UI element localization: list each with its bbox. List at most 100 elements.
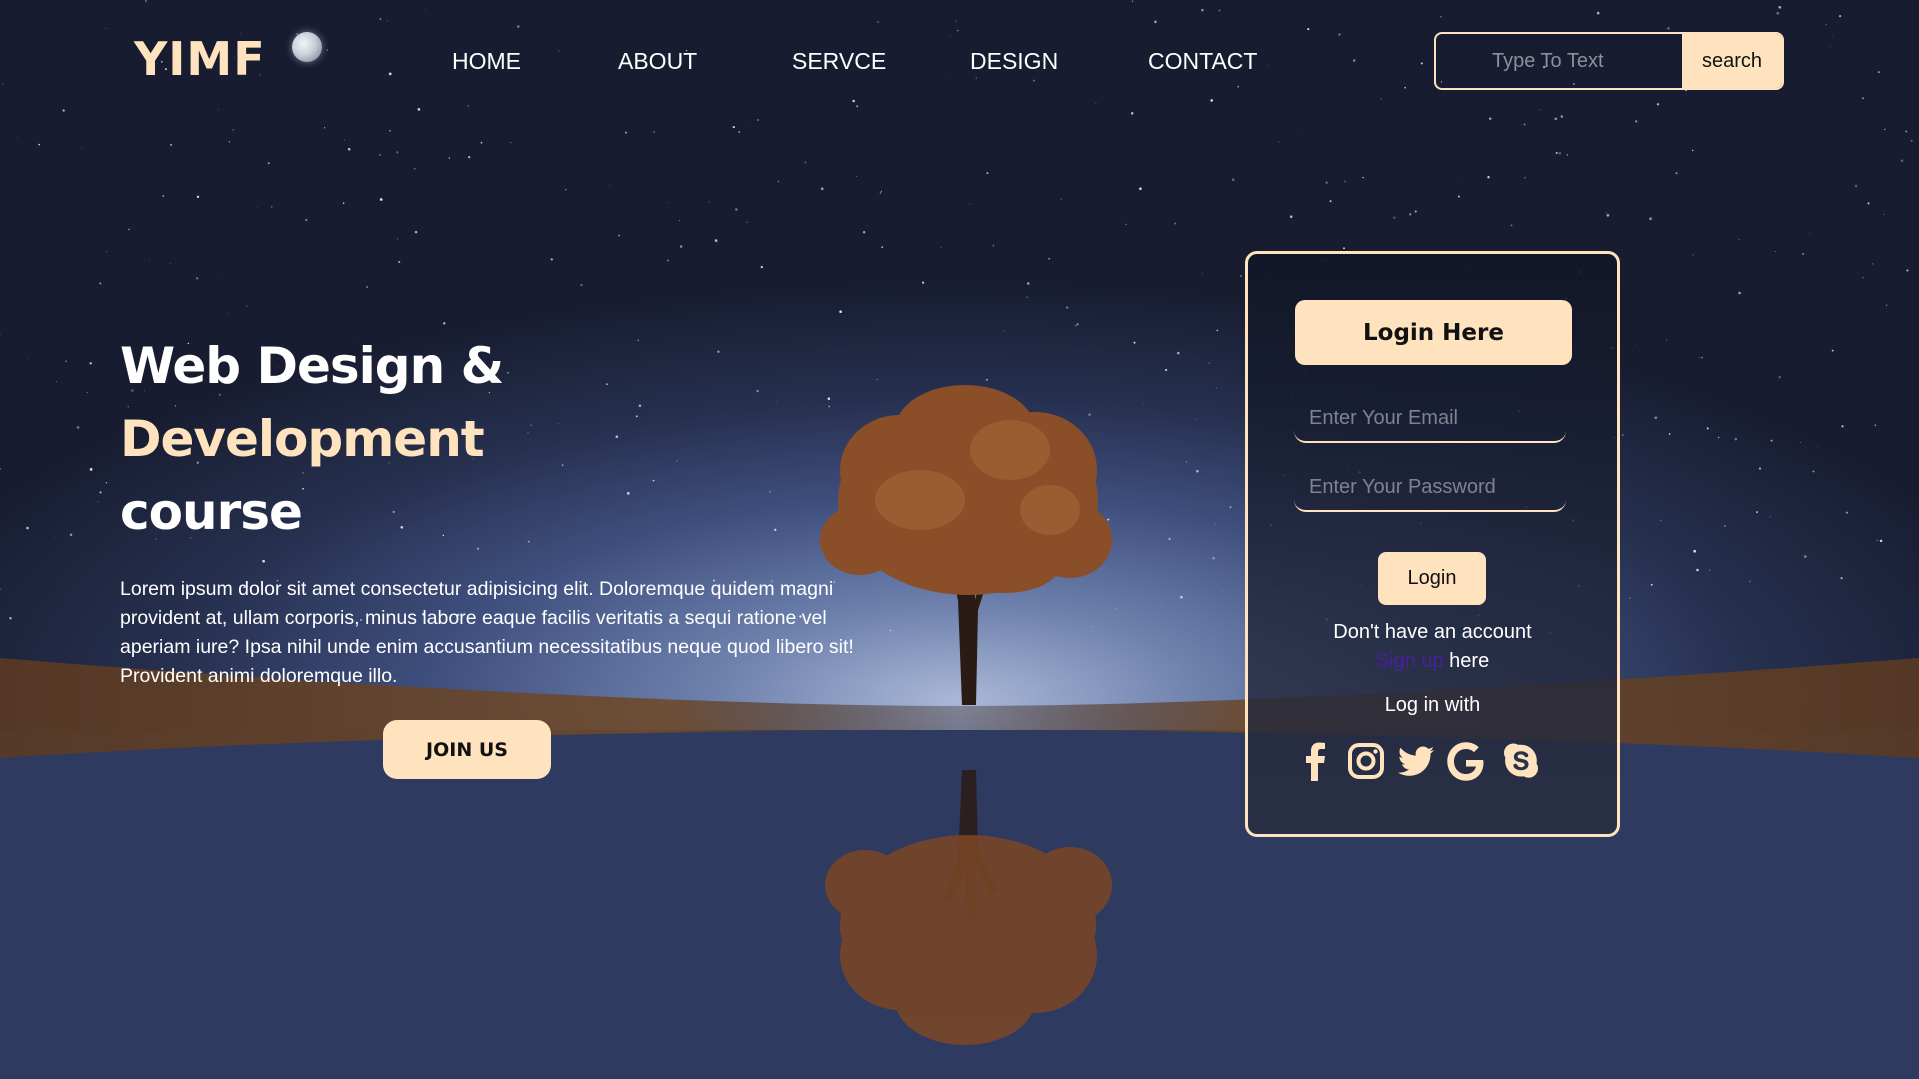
instagram-icon[interactable] [1346,739,1386,783]
star [1186,461,1188,463]
star [162,194,165,197]
search-button[interactable]: search [1682,34,1782,88]
star [1558,152,1562,155]
login-button[interactable]: Login [1378,552,1486,605]
twitter-icon[interactable] [1396,739,1436,783]
star [389,130,391,132]
star [1420,62,1423,65]
star [1701,356,1703,359]
star [561,464,564,466]
nav-home[interactable]: HOME [452,48,521,75]
star [1289,215,1293,218]
star [1216,387,1217,389]
star [1696,568,1699,572]
star [1362,176,1364,179]
star [386,20,388,22]
star [27,358,29,359]
star [652,479,655,482]
star [1168,537,1171,540]
star [820,187,824,191]
nav-about[interactable]: ABOUT [618,48,697,75]
signup-link[interactable]: Sign up [1376,650,1444,672]
star [676,460,678,462]
star [1841,425,1844,428]
star [1862,276,1864,279]
star [1660,520,1662,522]
brand-logo[interactable]: YIMF [134,32,322,86]
search-bar: search [1434,32,1784,90]
star [106,251,107,252]
join-us-button[interactable]: JOIN US [383,720,551,779]
star [1738,291,1741,295]
star [1649,217,1652,220]
star [921,281,925,284]
star [1540,109,1541,110]
star [615,435,619,439]
star [510,142,512,144]
star [9,617,12,620]
star [468,156,471,159]
star [1070,380,1071,381]
skype-icon[interactable] [1501,739,1541,783]
star [985,378,988,381]
star [1817,447,1819,449]
star [1840,576,1843,580]
logo-text[interactable]: YIMF [134,32,266,86]
star [1874,424,1877,427]
star [1343,247,1345,250]
star [775,401,777,403]
star [558,423,559,424]
star [1267,64,1269,66]
star [1560,115,1564,118]
nav-contact[interactable]: CONTACT [1148,48,1257,75]
hero-title-line2: Development [120,410,485,468]
star [105,482,108,484]
star [1831,35,1833,37]
star [550,258,553,261]
star [246,305,248,308]
star [940,247,942,249]
star [448,157,451,159]
star [1003,330,1006,332]
star [1344,180,1346,183]
star [1801,252,1805,255]
star [1176,351,1180,355]
star [1812,470,1815,473]
star [717,350,720,353]
star [1130,112,1134,115]
google-icon[interactable] [1446,739,1486,783]
star [97,500,99,503]
star [1194,419,1196,420]
star [1214,524,1216,525]
facebook-icon[interactable] [1296,739,1336,783]
star [1800,441,1802,443]
star [738,131,741,133]
star [1160,604,1162,606]
star [527,431,529,434]
email-field[interactable] [1294,395,1566,443]
star [69,533,73,536]
star [1201,272,1203,275]
star [1489,117,1492,120]
star [793,200,794,202]
star [324,127,326,129]
star [1404,86,1407,89]
star [1876,540,1878,541]
nav-service[interactable]: SERVCE [792,48,886,75]
star [608,185,610,186]
star [1307,28,1310,31]
star [1414,210,1417,213]
star [635,415,638,418]
star [1606,213,1610,217]
star [1115,608,1117,610]
star [347,147,351,151]
star [1237,85,1240,88]
search-input[interactable] [1436,34,1682,88]
star [1338,33,1341,36]
star [1879,539,1883,543]
star [1523,123,1526,126]
password-field[interactable] [1294,464,1566,512]
nav-design[interactable]: DESIGN [970,48,1058,75]
star [969,203,971,205]
star [1668,433,1671,435]
